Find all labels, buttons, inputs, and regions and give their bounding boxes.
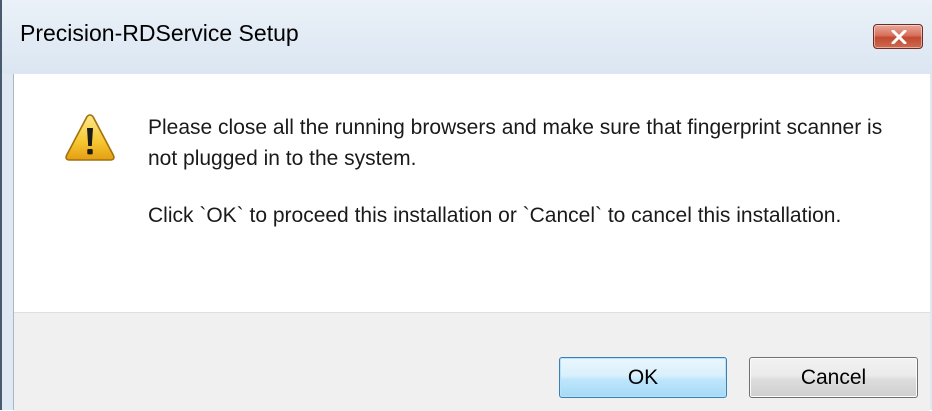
message-area: Please close all the running browsers an… [14, 74, 930, 312]
dialog-client-area: Please close all the running browsers an… [14, 74, 930, 411]
close-x-icon [891, 30, 907, 44]
ok-button[interactable]: OK [559, 357, 727, 398]
message-text-primary: Please close all the running browsers an… [148, 116, 883, 170]
warning-icon [65, 114, 115, 161]
setup-dialog-window: Precision-RDService Setup Please close a… [0, 0, 932, 411]
message-text-secondary: Click `OK` to proceed this installation … [148, 204, 842, 227]
title-bar[interactable]: Precision-RDService Setup [2, 0, 932, 74]
close-button[interactable] [873, 24, 923, 49]
cancel-button[interactable]: Cancel [749, 357, 918, 398]
button-bar: OK Cancel [14, 312, 930, 411]
window-title: Precision-RDService Setup [20, 20, 299, 46]
